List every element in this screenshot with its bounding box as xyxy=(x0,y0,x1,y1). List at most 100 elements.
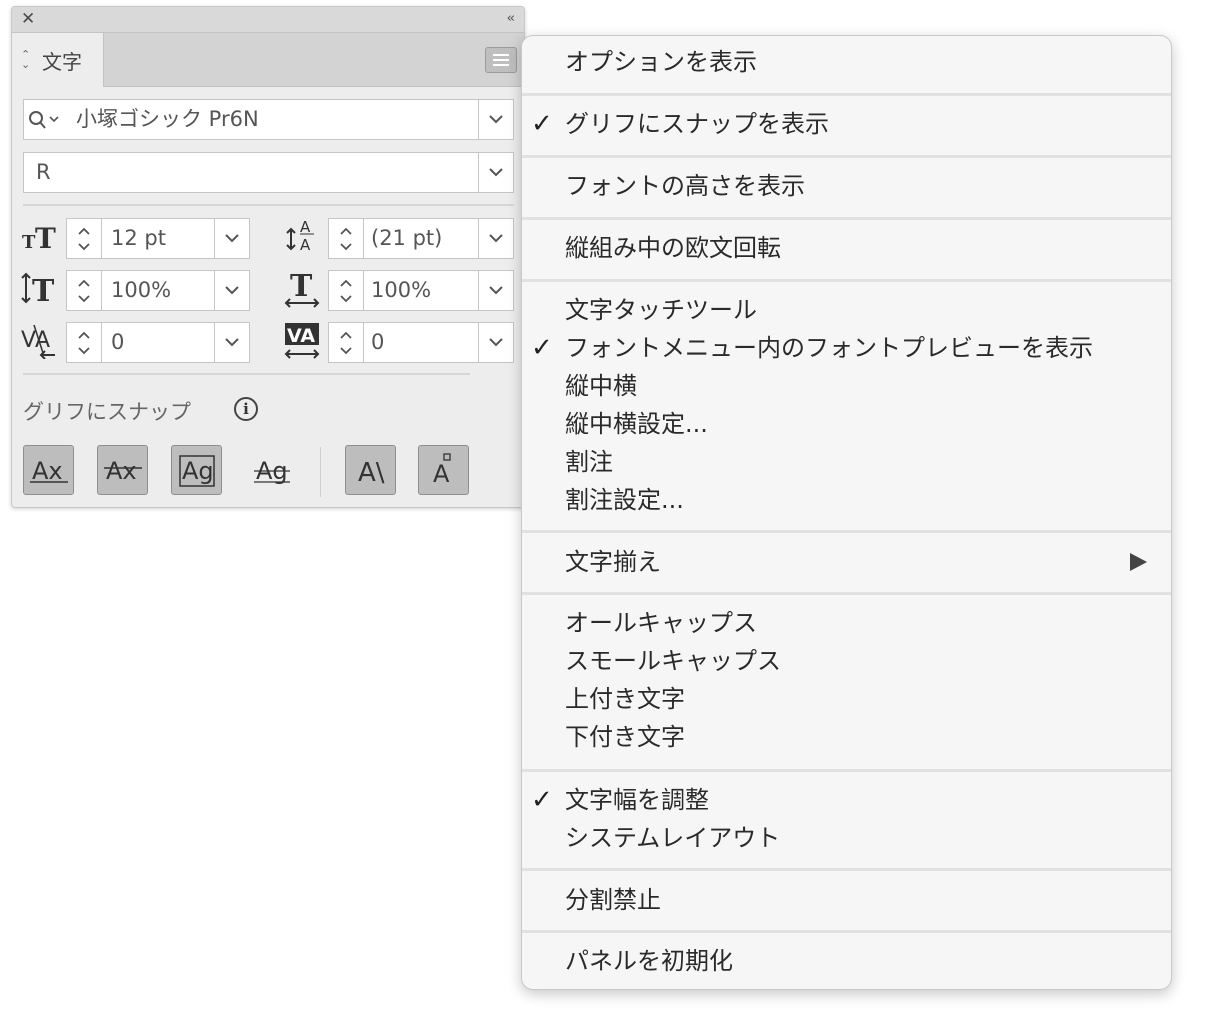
panel-menu-button[interactable] xyxy=(485,47,517,73)
leading-stepper[interactable] xyxy=(329,219,364,258)
svg-text:A: A xyxy=(433,460,450,488)
stepper-icon xyxy=(340,227,352,251)
kerning-stepper[interactable] xyxy=(67,323,102,362)
snap-glyph-bounds-button[interactable]: Ag xyxy=(171,445,222,495)
svg-text:Ax: Ax xyxy=(32,457,63,485)
chevron-down-icon xyxy=(225,286,239,295)
menu-item-touch-type-tool[interactable]: 文字タッチツール xyxy=(565,295,757,325)
menu-item-no-break[interactable]: 分割禁止 xyxy=(565,885,661,915)
menu-separator xyxy=(522,868,1171,871)
snap-proximity-button[interactable]: Ag xyxy=(245,445,296,495)
kerning-dropdown[interactable] xyxy=(214,323,249,362)
menu-item-rotate-roman-in-vertical[interactable]: 縦組み中の欧文回転 xyxy=(565,233,781,263)
vertical-scale-stepper[interactable] xyxy=(67,271,102,310)
stepper-icon xyxy=(340,331,352,355)
horizontal-scale-stepper[interactable] xyxy=(329,271,364,310)
svg-text:A: A xyxy=(300,236,311,253)
horizontal-scale-value: 100% xyxy=(371,278,432,302)
snap-baseline-button[interactable]: Ax xyxy=(23,445,74,495)
vertical-scale-dropdown[interactable] xyxy=(214,271,249,310)
horizontal-scale-dropdown[interactable] xyxy=(478,271,513,310)
stepper-icon xyxy=(78,331,90,355)
font-style-field[interactable]: R xyxy=(23,152,514,193)
menu-item-character-alignment[interactable]: 文字揃え xyxy=(565,547,661,577)
font-size-field[interactable]: 12 pt xyxy=(66,218,250,259)
horizontal-scale-field[interactable]: 100% xyxy=(328,270,514,311)
menu-item-small-caps[interactable]: スモールキャップス xyxy=(565,646,781,676)
tab-character[interactable]: ⌃ ⌄ 文字 xyxy=(12,33,104,87)
font-size-stepper[interactable] xyxy=(67,219,102,258)
character-panel: ✕ ‹‹ ⌃ ⌄ 文字 小塚ゴシック Pr6N R T T 12 pt A A … xyxy=(11,6,525,508)
menu-item-tate-chu-yoko-settings[interactable]: 縦中横設定... xyxy=(565,409,708,439)
chevron-down-icon xyxy=(489,115,503,124)
checkmark-icon: ✓ xyxy=(531,333,553,363)
stepper-icon xyxy=(78,279,90,303)
collapse-icon[interactable]: ‹‹ xyxy=(507,10,516,28)
svg-text:T: T xyxy=(32,274,55,305)
menu-item-superscript[interactable]: 上付き文字 xyxy=(565,684,685,714)
svg-text:T: T xyxy=(290,269,313,304)
snap-anchor-button[interactable]: A xyxy=(418,445,469,495)
menu-item-fractional-widths[interactable]: 文字幅を調整 xyxy=(565,785,709,815)
divider xyxy=(23,373,470,375)
svg-text:T: T xyxy=(35,222,56,252)
kerning-icon: V A xyxy=(21,324,55,359)
svg-text:A: A xyxy=(300,218,311,236)
menu-item-warichu[interactable]: 割注 xyxy=(565,447,613,477)
menu-item-show-snap-to-glyph[interactable]: グリフにスナップを表示 xyxy=(565,109,829,139)
chevron-down-icon xyxy=(225,338,239,347)
snap-to-glyph-label: グリフにスナップ xyxy=(23,400,191,424)
tab-label: 文字 xyxy=(42,50,82,74)
menu-separator xyxy=(522,592,1171,595)
vertical-scale-icon: T xyxy=(21,272,55,305)
vertical-scale-field[interactable]: 100% xyxy=(66,270,250,311)
menu-item-font-preview[interactable]: フォントメニュー内のフォントプレビューを表示 xyxy=(565,333,1093,363)
hamburger-icon xyxy=(493,54,509,56)
divider xyxy=(23,204,514,206)
kerning-value: 0 xyxy=(111,330,125,354)
leading-dropdown[interactable] xyxy=(478,219,513,258)
font-style-dropdown[interactable] xyxy=(478,153,513,192)
kerning-field[interactable]: 0 xyxy=(66,322,250,363)
menu-item-subscript[interactable]: 下付き文字 xyxy=(565,722,685,752)
menu-separator xyxy=(522,530,1171,533)
chevron-down-icon xyxy=(225,234,239,243)
snap-angular-button[interactable]: A\ xyxy=(345,445,396,495)
snap-xheight-button[interactable]: Ax xyxy=(97,445,148,495)
tracking-field[interactable]: 0 xyxy=(328,322,514,363)
menu-item-show-font-height[interactable]: フォントの高さを表示 xyxy=(565,171,805,201)
leading-value: (21 pt) xyxy=(371,226,443,250)
svg-text:V: V xyxy=(21,328,36,353)
anchor-point-icon: A xyxy=(433,453,451,488)
panel-tabbar: ⌃ ⌄ 文字 xyxy=(12,33,524,87)
baseline-snap-icon: Ax xyxy=(30,457,68,485)
checkmark-icon: ✓ xyxy=(531,785,553,815)
tab-arrows-icon: ⌃ ⌄ xyxy=(21,48,31,71)
stepper-icon xyxy=(340,279,352,303)
svg-text:Ag: Ag xyxy=(182,457,214,485)
tracking-icon: VA xyxy=(284,323,320,359)
menu-item-show-options[interactable]: オプションを表示 xyxy=(565,47,757,77)
tracking-stepper[interactable] xyxy=(329,323,364,362)
menu-separator xyxy=(522,769,1171,772)
font-family-field[interactable]: 小塚ゴシック Pr6N xyxy=(23,99,514,140)
font-size-dropdown[interactable] xyxy=(214,219,249,258)
search-icon xyxy=(29,111,59,129)
menu-separator xyxy=(522,930,1171,933)
menu-item-system-layout[interactable]: システムレイアウト xyxy=(565,823,780,853)
menu-item-all-caps[interactable]: オールキャップス xyxy=(565,608,757,638)
stepper-icon xyxy=(78,227,90,251)
menu-item-warichu-settings[interactable]: 割注設定... xyxy=(565,485,684,515)
close-icon[interactable]: ✕ xyxy=(21,10,35,28)
font-family-dropdown[interactable] xyxy=(478,100,513,139)
checkmark-icon: ✓ xyxy=(531,109,553,139)
menu-item-reset-panel[interactable]: パネルを初期化 xyxy=(565,946,733,976)
leading-field[interactable]: (21 pt) xyxy=(328,218,514,259)
font-style-value: R xyxy=(36,160,51,184)
angular-guides-icon: A\ xyxy=(358,458,385,488)
info-icon[interactable]: i xyxy=(234,397,258,421)
menu-item-tate-chu-yoko[interactable]: 縦中横 xyxy=(565,371,637,401)
tracking-dropdown[interactable] xyxy=(478,323,513,362)
snap-separator xyxy=(320,447,321,497)
tracking-value: 0 xyxy=(371,330,385,354)
